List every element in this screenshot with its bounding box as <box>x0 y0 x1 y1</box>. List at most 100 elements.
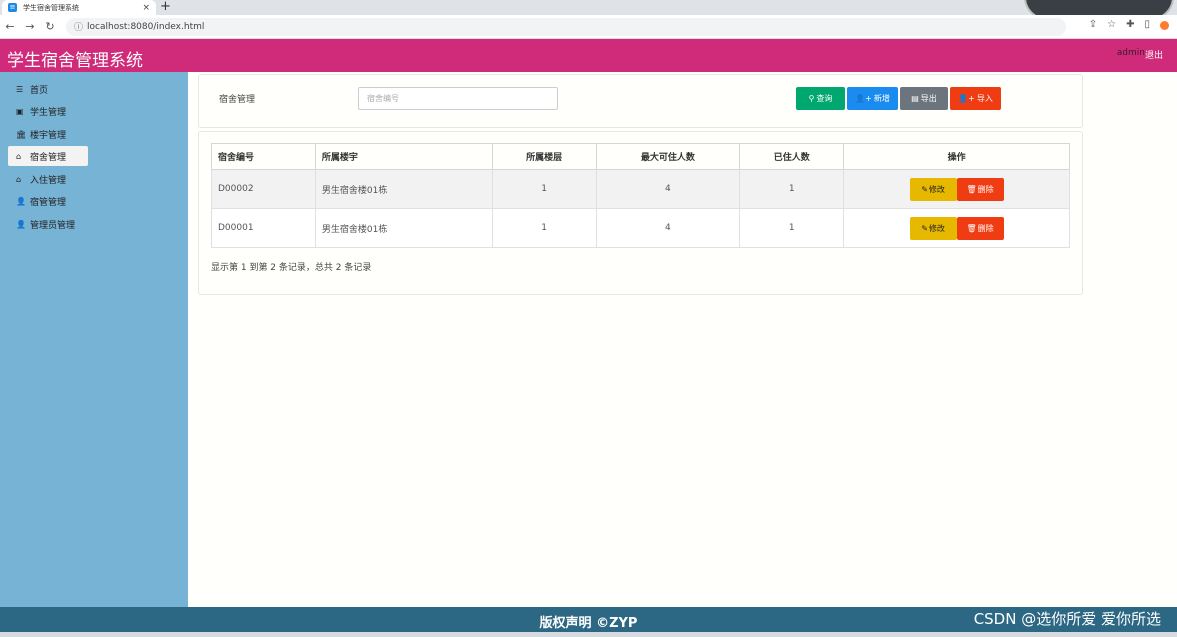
delete-button-label: 删除 <box>977 223 994 233</box>
column-header-building[interactable]: 所属楼宇 <box>314 143 493 170</box>
logout-link[interactable]: 退出 <box>1145 48 1163 61</box>
sidebar-item-label: 管理员管理 <box>30 220 76 231</box>
table-row[interactable]: D00001 男生宿舍楼01栋 1 4 1 ✎ 修改 🗑 删除 <box>211 208 1070 248</box>
csdn-watermark: CSDN @选你所爱 爱你所选 <box>973 610 1161 628</box>
sidebar-item-label: 宿舍管理 <box>30 152 67 163</box>
export-button-label: 导出 <box>920 94 937 103</box>
add-user-icon: 👤+ <box>855 94 872 103</box>
cell-floor: 1 <box>491 208 597 248</box>
cell-floor: 1 <box>491 169 597 209</box>
sidebar-item-dorms[interactable]: ⌂ 宿舍管理 <box>8 146 88 166</box>
new-tab-button[interactable]: + <box>160 0 171 14</box>
edit-button-label: 修改 <box>928 223 945 233</box>
tab-close-icon[interactable]: × <box>142 3 150 13</box>
export-button[interactable]: ▤ 导出 <box>900 87 948 110</box>
cell-code: D00002 <box>211 169 316 209</box>
cell-actions: ✎ 修改 🗑 删除 <box>843 169 1070 209</box>
tab-title: 学生宿舍管理系统 <box>23 3 79 12</box>
pencil-icon: ✎ <box>921 184 928 194</box>
sidebar-item-students[interactable]: ▣ 学生管理 <box>8 101 88 121</box>
reload-icon[interactable]: ↻ <box>40 20 60 33</box>
cell-current: 1 <box>739 169 845 209</box>
cell-current: 1 <box>739 208 845 248</box>
browser-toolbar-icons: ⇪ ☆ ✚ ▯ <box>1089 19 1169 30</box>
search-panel: 宿舍管理 ⚲ 查询 👤+ 新增 ▤ 导出 👤+ 导入 <box>198 74 1083 128</box>
cell-building: 男生宿舍楼01栋 <box>314 169 493 209</box>
edit-button[interactable]: ✎ 修改 <box>909 216 957 240</box>
sidebar-item-label: 首页 <box>30 85 49 96</box>
query-button-label: 查询 <box>816 94 833 103</box>
browser-tab[interactable]: ≡ 学生宿舍管理系统 × <box>2 0 156 15</box>
site-favicon-icon: ≡ <box>8 3 17 12</box>
home-icon: ⌂ <box>16 151 22 161</box>
list-icon: ☰ <box>16 84 24 94</box>
admin-area: admin 退出 <box>1117 48 1163 61</box>
file-export-icon: ▤ <box>911 94 919 103</box>
column-header-current[interactable]: 已住人数 <box>739 143 845 170</box>
url-field[interactable]: ⓘ localhost:8080/index.html <box>66 17 1066 36</box>
sidebar-item-admins[interactable]: 👤 管理员管理 <box>8 214 88 234</box>
column-header-actions: 操作 <box>843 143 1070 170</box>
sidebar-item-label: 入住管理 <box>30 175 67 186</box>
add-button-label: 新增 <box>873 94 890 103</box>
cell-building: 男生宿舍楼01栋 <box>314 208 493 248</box>
browser-bottom-strip <box>0 632 1177 637</box>
sidebar-item-dorm-managers[interactable]: 👤 宿管管理 <box>8 191 88 211</box>
app-header: 学生宿舍管理系统 admin 退出 <box>0 39 1177 72</box>
admin-username: admin <box>1116 48 1145 58</box>
column-header-code[interactable]: 宿舍编号 <box>211 143 316 170</box>
site-info-icon[interactable]: ⓘ <box>74 20 83 33</box>
dorm-table: 宿舍编号 所属楼宇 所属楼层 最大可住人数 已住人数 操作 D00002 男生宿… <box>211 143 1070 248</box>
sidebar: ☰ 首页 ▣ 学生管理 🏛 楼宇管理 ⌂ 宿舍管理 ⌂ 入住管理 👤 宿管管理 … <box>0 72 188 607</box>
add-button[interactable]: 👤+ 新增 <box>847 87 898 110</box>
bank-icon: 🏛 <box>16 129 27 139</box>
table-header-row: 宿舍编号 所属楼宇 所属楼层 最大可住人数 已住人数 操作 <box>211 143 1070 170</box>
footer: 版权声明 ©ZYP CSDN @选你所爱 爱你所选 <box>0 607 1177 632</box>
column-header-max[interactable]: 最大可住人数 <box>595 143 741 170</box>
browser-tab-bar: ≡ 学生宿舍管理系统 × + <box>0 0 1177 20</box>
delete-button-label: 删除 <box>977 184 994 194</box>
search-icon: ⚲ <box>808 94 815 103</box>
sidebar-item-buildings[interactable]: 🏛 楼宇管理 <box>8 124 88 144</box>
search-label: 宿舍管理 <box>219 95 256 105</box>
dorm-code-search-input[interactable] <box>358 87 558 110</box>
import-button-label: 导入 <box>976 94 993 103</box>
pencil-icon: ✎ <box>921 223 928 233</box>
bookmark-star-icon[interactable]: ☆ <box>1107 19 1116 30</box>
cell-max: 4 <box>595 169 741 209</box>
import-button[interactable]: 👤+ 导入 <box>950 87 1001 110</box>
pagination-summary: 显示第 1 到第 2 条记录，总共 2 条记录 <box>211 263 372 273</box>
trash-icon: 🗑 <box>966 184 977 194</box>
edit-button-label: 修改 <box>928 184 945 194</box>
import-user-icon: 👤+ <box>958 94 975 103</box>
column-header-floor[interactable]: 所属楼层 <box>491 143 597 170</box>
query-button[interactable]: ⚲ 查询 <box>796 87 845 110</box>
url-text: localhost:8080/index.html <box>87 21 205 32</box>
delete-button[interactable]: 🗑 删除 <box>956 216 1004 240</box>
share-icon[interactable]: ⇪ <box>1089 19 1097 30</box>
table-row[interactable]: D00002 男生宿舍楼01栋 1 4 1 ✎ 修改 🗑 删除 <box>211 169 1070 209</box>
cell-max: 4 <box>595 208 741 248</box>
sidebar-item-checkin[interactable]: ⌂ 入住管理 <box>8 169 88 189</box>
trash-icon: 🗑 <box>966 223 977 233</box>
table-panel: 宿舍编号 所属楼宇 所属楼层 最大可住人数 已住人数 操作 D00002 男生宿… <box>198 131 1083 295</box>
forward-arrow-icon[interactable]: → <box>20 20 40 33</box>
id-card-icon: ▣ <box>16 106 24 116</box>
cell-code: D00001 <box>211 208 316 248</box>
sidebar-item-label: 宿管管理 <box>30 197 67 208</box>
home-icon: ⌂ <box>16 174 22 184</box>
user-icon: 👤 <box>16 219 26 229</box>
extensions-icon[interactable]: ✚ <box>1126 19 1134 30</box>
user-icon: 👤 <box>16 196 26 206</box>
sidebar-item-label: 学生管理 <box>30 107 67 118</box>
extension-badge-icon[interactable] <box>1160 21 1169 30</box>
browser-address-bar: ← → ↻ ⓘ localhost:8080/index.html ⇪ ☆ ✚ … <box>0 15 1177 39</box>
cell-actions: ✎ 修改 🗑 删除 <box>843 208 1070 248</box>
edit-button[interactable]: ✎ 修改 <box>909 177 957 201</box>
sidebar-item-label: 楼宇管理 <box>30 130 67 141</box>
sidebar-item-home[interactable]: ☰ 首页 <box>8 79 88 99</box>
side-panel-icon[interactable]: ▯ <box>1144 19 1150 30</box>
delete-button[interactable]: 🗑 删除 <box>956 177 1004 201</box>
app-title: 学生宿舍管理系统 <box>7 51 143 71</box>
back-arrow-icon[interactable]: ← <box>0 20 20 33</box>
